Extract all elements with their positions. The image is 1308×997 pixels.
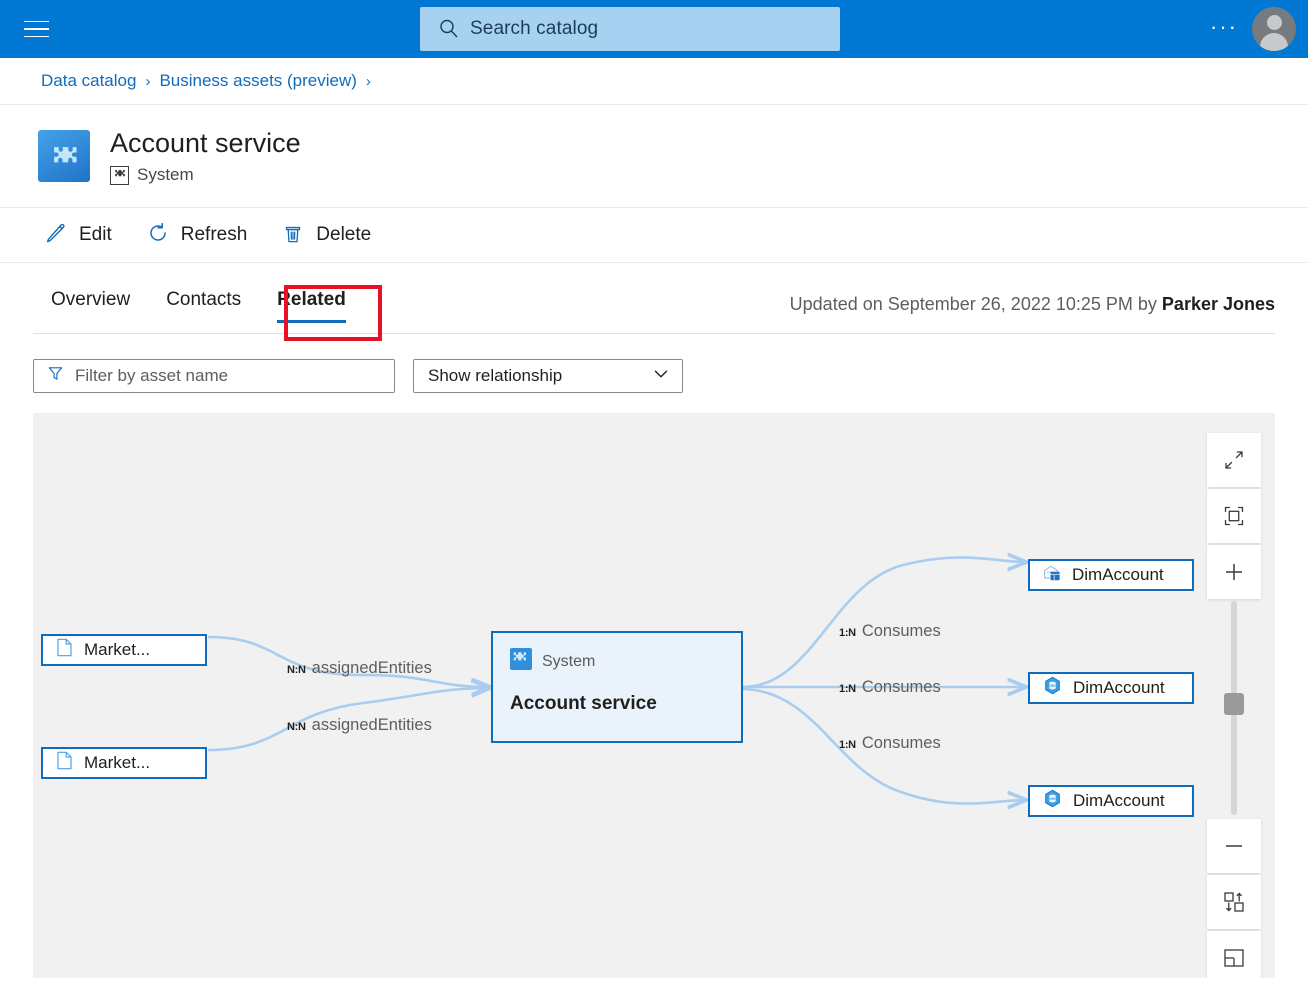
- system-outline-icon: [110, 165, 129, 185]
- avatar[interactable]: [1252, 7, 1296, 51]
- graph-node-dimaccount-1[interactable]: DimAccount: [1028, 559, 1194, 591]
- graph-node-market-1[interactable]: Market...: [41, 634, 207, 666]
- hexagon-db-icon: [1043, 789, 1062, 813]
- refresh-button[interactable]: Refresh: [142, 215, 252, 255]
- asset-type-row: System: [110, 165, 301, 185]
- search-icon: [438, 18, 460, 40]
- graph-node-name-label: Account service: [510, 693, 657, 714]
- tab-overview[interactable]: Overview: [33, 280, 148, 326]
- breadcrumb-item-business-assets[interactable]: Business assets (preview): [159, 71, 356, 91]
- trash-icon: [281, 221, 305, 250]
- refresh-button-label: Refresh: [180, 224, 248, 245]
- graph-node-label: DimAccount: [1072, 565, 1164, 584]
- show-relationship-select[interactable]: Show relationship: [413, 359, 683, 393]
- refresh-icon: [146, 221, 170, 250]
- edit-button-label: Edit: [79, 224, 112, 245]
- graph-node-account-service[interactable]: System Account service: [491, 631, 743, 743]
- tab-related-label: Related: [277, 289, 346, 310]
- filter-toolbar: Filter by asset name Show relationship: [33, 359, 683, 393]
- graph-node-type-row: System: [510, 648, 741, 675]
- graph-node-market-2[interactable]: Market...: [41, 747, 207, 779]
- tab-contacts[interactable]: Contacts: [148, 280, 259, 326]
- zoom-out-icon[interactable]: [1207, 819, 1261, 873]
- more-options-icon[interactable]: ···: [1196, 16, 1252, 38]
- show-relationship-value: Show relationship: [428, 366, 563, 385]
- system-puzzle-icon: [38, 130, 90, 182]
- delete-button-label: Delete: [316, 224, 372, 245]
- updated-text: Updated on September 26, 2022 10:25 PM b…: [789, 294, 1162, 314]
- breadcrumb-separator-icon: ›: [145, 72, 151, 90]
- zoom-in-icon[interactable]: [1207, 545, 1261, 599]
- search-input[interactable]: Search catalog: [420, 7, 840, 51]
- top-bar-right-group: ···: [1196, 0, 1308, 58]
- system-puzzle-icon: [510, 648, 532, 675]
- graph-toolbar: [1207, 433, 1261, 978]
- tab-related[interactable]: Related: [259, 280, 364, 326]
- zoom-slider-thumb[interactable]: [1224, 693, 1244, 715]
- graph-node-label: Market...: [84, 753, 151, 772]
- avatar-body: [1260, 33, 1288, 51]
- pencil-icon: [44, 221, 68, 250]
- breadcrumb-item-data-catalog[interactable]: Data catalog: [41, 71, 136, 91]
- graph-node-label: DimAccount: [1073, 678, 1165, 697]
- page-header: Account service System: [0, 106, 1308, 206]
- delete-button[interactable]: Delete: [277, 215, 375, 255]
- edit-button[interactable]: Edit: [40, 215, 116, 255]
- top-navigation-bar: Search catalog ···: [0, 0, 1308, 58]
- graph-node-dimaccount-2[interactable]: DimAccount: [1028, 672, 1194, 704]
- tab-overview-label: Overview: [51, 289, 131, 310]
- chevron-down-icon: [652, 365, 670, 388]
- search-placeholder-text: Search catalog: [470, 18, 599, 39]
- document-icon: [56, 751, 73, 775]
- funnel-icon: [47, 365, 64, 387]
- page-title-group: Account service System: [110, 127, 301, 185]
- hexagon-db-icon: [1043, 676, 1062, 700]
- tab-active-underline: [277, 320, 346, 323]
- document-icon: [56, 638, 73, 662]
- breadcrumb: Data catalog › Business assets (preview)…: [0, 58, 1308, 105]
- filter-placeholder-text: Filter by asset name: [75, 366, 229, 385]
- relationship-graph-canvas[interactable]: Market... Market... System Account servi…: [33, 413, 1275, 978]
- zoom-slider[interactable]: [1224, 601, 1244, 815]
- tab-contacts-label: Contacts: [166, 289, 242, 310]
- updated-info: Updated on September 26, 2022 10:25 PM b…: [790, 294, 1275, 315]
- graph-node-label: DimAccount: [1073, 791, 1165, 810]
- expand-icon[interactable]: [1207, 433, 1261, 487]
- asset-type-label: System: [137, 165, 194, 184]
- filter-by-asset-name-input[interactable]: Filter by asset name: [33, 359, 395, 393]
- page-title: Account service: [110, 128, 301, 158]
- hamburger-menu-icon[interactable]: [12, 0, 60, 58]
- graph-node-label: Market...: [84, 640, 151, 659]
- breadcrumb-separator-icon-2: ›: [365, 72, 371, 90]
- graph-node-type-label: System: [542, 652, 596, 670]
- panel-layout-icon[interactable]: [1207, 931, 1261, 978]
- warehouse-table-icon: [1043, 564, 1061, 587]
- updated-user: Parker Jones: [1161, 294, 1275, 314]
- swap-layout-icon[interactable]: [1207, 875, 1261, 929]
- tab-strip-divider: [33, 333, 1275, 334]
- avatar-head: [1266, 15, 1282, 30]
- graph-node-dimaccount-3[interactable]: DimAccount: [1028, 785, 1194, 817]
- command-bar: Edit Refresh Delete: [0, 207, 1308, 263]
- fit-to-screen-icon[interactable]: [1207, 489, 1261, 543]
